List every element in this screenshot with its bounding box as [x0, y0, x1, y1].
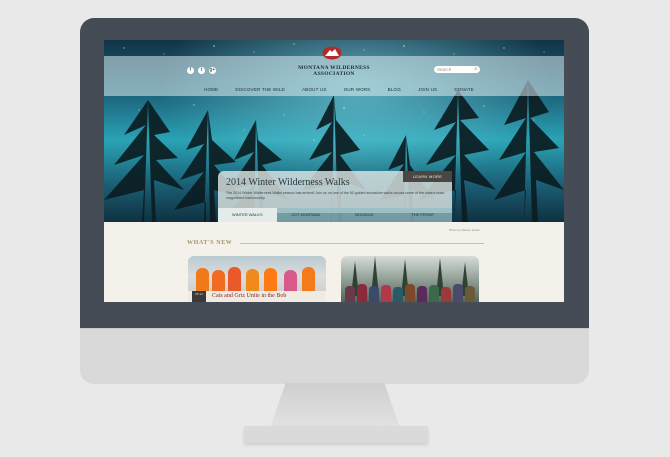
tab-winter-walks[interactable]: WINTER WALKS	[218, 208, 277, 222]
feature-tabs: WINTER WALKS CDT MONTANA NOXIOUS THE FRO…	[218, 208, 452, 222]
nav-item-join[interactable]: JOIN US	[418, 87, 437, 92]
whats-new-heading: WHAT'S NEW	[187, 240, 233, 246]
monitor-chin	[80, 328, 589, 384]
nav-item-home[interactable]: HOME	[204, 87, 218, 92]
photo-credit: Photo by Steven Gnam	[449, 228, 481, 232]
monitor-stand-base	[244, 426, 428, 443]
nav-item-about[interactable]: ABOUT US	[302, 87, 327, 92]
search-input[interactable]: Search ⌕	[434, 66, 480, 73]
news-date-badge: 05 14	[192, 291, 206, 302]
feature-body: The 2014 Winter Wilderness Walks season …	[226, 191, 445, 200]
news-card-2[interactable]	[341, 256, 479, 302]
tab-noxious[interactable]: NOXIOUS	[335, 208, 394, 222]
nav-item-discover[interactable]: DISCOVER THE WILD	[235, 87, 285, 92]
photo-person	[302, 267, 315, 292]
nav-item-blog[interactable]: BLOG	[388, 87, 401, 92]
tab-the-front[interactable]: THE FRONT	[394, 208, 453, 222]
site-logo-text[interactable]: MONTANA WILDERNESS ASSOCIATION	[284, 65, 384, 77]
monitor-stand-neck	[270, 383, 400, 428]
twitter-icon[interactable]: t	[198, 67, 205, 74]
social-links: f t g+	[187, 67, 216, 74]
learn-more-button[interactable]: LEARN MORE	[403, 171, 452, 182]
website-screen: f t g+ MONTANA WILDERNESS ASSOCIATION Se…	[104, 40, 564, 302]
photo-person	[246, 269, 259, 292]
nav-item-donate[interactable]: DONATE	[454, 87, 474, 92]
facebook-icon[interactable]: f	[187, 67, 194, 74]
search-icon[interactable]: ⌕	[474, 66, 477, 73]
photo-person	[228, 267, 241, 292]
search-placeholder: Search	[437, 67, 452, 72]
news-card-title[interactable]: Cats and Griz Unite in the Bob	[212, 293, 286, 299]
feature-title: 2014 Winter Wilderness Walks	[226, 177, 350, 188]
mountain-logo-icon[interactable]	[322, 46, 342, 60]
tab-cdt-montana[interactable]: CDT MONTANA	[277, 208, 336, 222]
main-navigation: HOME DISCOVER THE WILD ABOUT US OUR WORK…	[204, 87, 474, 92]
section-divider	[240, 243, 484, 244]
group-photo	[345, 256, 475, 302]
nav-item-our-work[interactable]: OUR WORK	[344, 87, 371, 92]
photo-person	[196, 268, 209, 292]
photo-person	[212, 270, 225, 292]
google-plus-icon[interactable]: g+	[209, 67, 216, 74]
logo-line-2: ASSOCIATION	[313, 71, 355, 77]
photo-person	[264, 268, 277, 292]
news-card-1[interactable]: 05 14 Cats and Griz Unite in the Bob	[188, 256, 326, 302]
photo-person	[284, 270, 297, 292]
